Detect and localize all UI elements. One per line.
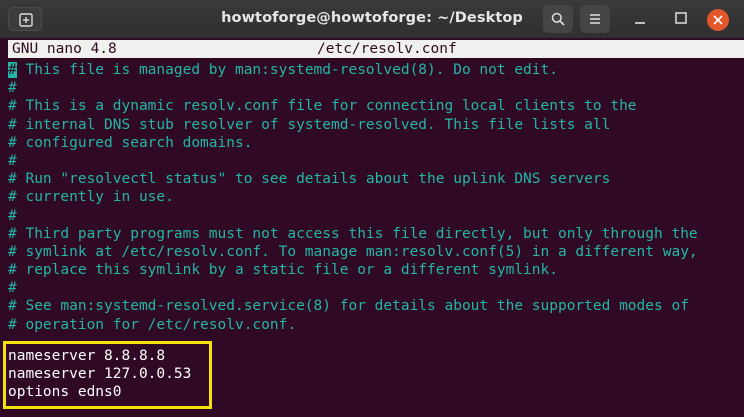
- comment-text: This file is managed by man:systemd-reso…: [16, 62, 558, 78]
- nano-header-bar: GNU nano 4.8 /etc/resolv.conf: [8, 40, 744, 58]
- comment-line: #: [8, 152, 17, 169]
- hamburger-menu-icon: [590, 14, 600, 24]
- window-title: howtoforge@howtoforge: ~/Desktop: [221, 10, 523, 26]
- comment-line: # Third party programs must not access t…: [8, 225, 698, 242]
- comment-line: # internal DNS stub resolver of systemd-…: [8, 116, 611, 133]
- comment-line: # configured search domains.: [8, 134, 253, 151]
- close-icon: [713, 15, 723, 25]
- terminal-window: howtoforge@howtoforge: ~/Desktop GNU nan…: [0, 0, 744, 417]
- comment-line: # replace this symlink by a static file …: [8, 262, 558, 279]
- search-icon: [551, 12, 565, 26]
- comment-line: # Run "resolvectl status" to see details…: [8, 171, 611, 188]
- comment-line: #: [8, 280, 17, 297]
- close-button[interactable]: [707, 9, 729, 31]
- minimize-icon[interactable]: [634, 13, 646, 25]
- comment-line: # This is a dynamic resolv.conf file for…: [8, 98, 637, 115]
- comment-line: # This file is managed by man:systemd-re…: [8, 61, 698, 79]
- terminal-content[interactable]: GNU nano 4.8 /etc/resolv.conf # This fil…: [0, 38, 744, 417]
- menu-button[interactable]: [580, 5, 610, 33]
- highlight-box: [3, 341, 212, 409]
- comment-block[interactable]: # This file is managed by man:systemd-re…: [8, 61, 698, 334]
- comment-line: # symlink at /etc/resolv.conf. To manage…: [8, 243, 698, 260]
- comment-line: # operation for /etc/resolv.conf.: [8, 316, 297, 333]
- maximize-icon[interactable]: [675, 12, 687, 24]
- search-button[interactable]: [543, 5, 573, 33]
- cursor: #: [8, 62, 17, 78]
- comment-line: #: [8, 207, 17, 224]
- comment-line: # See man:systemd-resolved.service(8) fo…: [8, 298, 689, 315]
- comment-line: # currently in use.: [8, 189, 174, 206]
- title-bar[interactable]: howtoforge@howtoforge: ~/Desktop: [0, 0, 744, 39]
- nano-version: GNU nano 4.8: [12, 41, 117, 57]
- nano-filename: /etc/resolv.conf: [317, 41, 457, 57]
- comment-line: #: [8, 80, 17, 97]
